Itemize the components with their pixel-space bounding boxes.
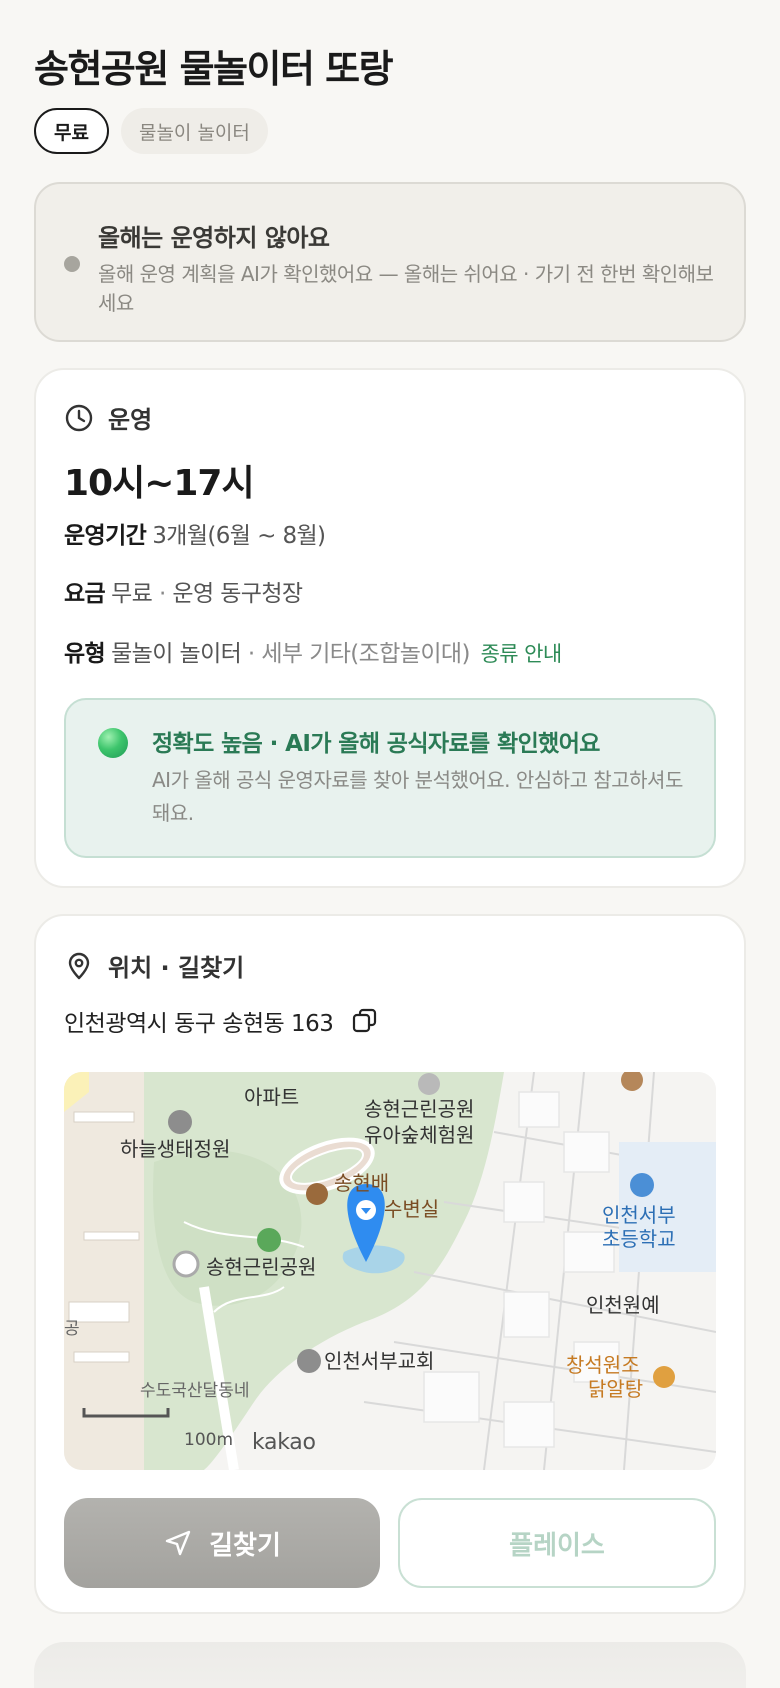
operation-section-title: 운영 xyxy=(108,406,153,434)
type-sub: 세부 기타(조합놀이대) xyxy=(261,641,470,667)
address-row: 인천광역시 동구 송현동 163 xyxy=(64,1004,379,1038)
map-label-forest-2: 유아숲체험원 xyxy=(364,1123,474,1147)
map-label-restaurant-2: 닭알탕 xyxy=(588,1377,643,1401)
fee-row: 요금 무료 · 운영 동구청장 xyxy=(64,574,303,608)
map-label-songhyeon-bae: 송현배 xyxy=(334,1171,389,1195)
location-map[interactable]: 아파트 하늘생태정원 송현근린공원 유아숲체험원 송현배 수변실 송현근린공원 … xyxy=(64,1072,716,1470)
accuracy-box: 정확도 높음 · AI가 올해 공식자료를 확인했어요 AI가 올해 공식 운영… xyxy=(64,698,716,858)
clock-icon xyxy=(65,404,93,431)
place-button[interactable]: 플레이스 xyxy=(398,1498,716,1588)
accuracy-description: AI가 올해 공식 운영자료를 찾아 분석했어요. 안심하고 참고하셔도 돼요. xyxy=(152,768,683,825)
map-scale-label: 100m xyxy=(184,1430,234,1450)
page-title: 송현공원 물놀이터 또랑 xyxy=(34,47,394,91)
period-row: 운영기간 3개월(6월 ~ 8월) xyxy=(64,516,326,550)
accuracy-title: 정확도 높음 · AI가 올해 공식자료를 확인했어요 xyxy=(152,731,600,757)
copy-icon[interactable] xyxy=(351,1007,379,1035)
map-label-school-2: 초등학교 xyxy=(602,1227,676,1251)
location-card: 위치 · 길찾기 인천광역시 동구 송현동 163 아파트 하늘생태정원 송현근… xyxy=(34,914,746,1614)
place-button-label: 플레이스 xyxy=(509,1530,605,1561)
map-label-inchon-won: 인천원예 xyxy=(586,1293,660,1317)
map-label-haneul: 하늘생태정원 xyxy=(120,1137,230,1161)
type-row: 유형 물놀이 놀이터 · 세부 기타(조합놀이대) 종류 안내 xyxy=(64,634,562,668)
accuracy-orb-icon xyxy=(98,728,128,758)
separator-dot: · xyxy=(158,581,166,607)
map-label-forest-1: 송현근린공원 xyxy=(364,1097,474,1121)
notice-title: 올해는 운영하지 않아요 xyxy=(98,224,330,252)
tag-chips: 무료 물놀이 놀이터 xyxy=(34,108,268,154)
map-pin-icon xyxy=(68,952,90,979)
map-label-gong: 공 xyxy=(64,1319,80,1339)
fee-key: 요금 xyxy=(64,581,106,607)
status-dot-icon xyxy=(64,256,80,272)
chip-water-playground[interactable]: 물놀이 놀이터 xyxy=(120,108,268,154)
fee-operator: 운영 동구청장 xyxy=(172,581,303,607)
route-button[interactable]: 길찾기 xyxy=(64,1498,380,1588)
next-card-peek xyxy=(34,1642,746,1688)
map-label-apt: 아파트 xyxy=(244,1085,299,1109)
fee-value: 무료 xyxy=(111,581,153,607)
route-button-label: 길찾기 xyxy=(209,1530,281,1561)
operating-hours: 10시~17시 xyxy=(64,463,255,504)
type-key: 유형 xyxy=(64,641,106,667)
period-key: 운영기간 xyxy=(64,523,147,549)
map-label-restaurant-1: 창석원조 xyxy=(566,1353,640,1377)
map-label-church: 인천서부교회 xyxy=(324,1349,434,1373)
period-value: 3개월(6월 ~ 8월) xyxy=(152,523,326,549)
kakao-map-logo: kakao xyxy=(252,1430,316,1455)
type-guide-link[interactable]: 종류 안내 xyxy=(481,642,563,666)
map-label-park: 송현근린공원 xyxy=(206,1255,316,1279)
operation-header: 운영 xyxy=(64,400,152,435)
map-label-school-1: 인천서부 xyxy=(602,1203,676,1227)
separator-dot: · xyxy=(247,641,255,667)
address-text: 인천광역시 동구 송현동 163 xyxy=(64,1011,334,1037)
map-label-suben: 수변실 xyxy=(384,1197,439,1221)
closed-notice: 올해는 운영하지 않아요 올해 운영 계획을 AI가 확인했어요 — 올해는 쉬… xyxy=(34,182,746,342)
notice-description: 올해 운영 계획을 AI가 확인했어요 — 올해는 쉬어요 · 가기 전 한번 … xyxy=(98,262,714,315)
location-section-title: 위치 · 길찾기 xyxy=(108,954,245,982)
type-value: 물놀이 놀이터 xyxy=(111,641,242,667)
location-header: 위치 · 길찾기 xyxy=(64,948,244,983)
navigation-arrow-icon xyxy=(165,1530,191,1556)
chip-free[interactable]: 무료 xyxy=(34,108,109,154)
map-label-museum: 수도국산달동네 xyxy=(140,1381,249,1401)
operation-card: 운영 10시~17시 운영기간 3개월(6월 ~ 8월) 요금 무료 · 운영 동구… xyxy=(34,368,746,888)
